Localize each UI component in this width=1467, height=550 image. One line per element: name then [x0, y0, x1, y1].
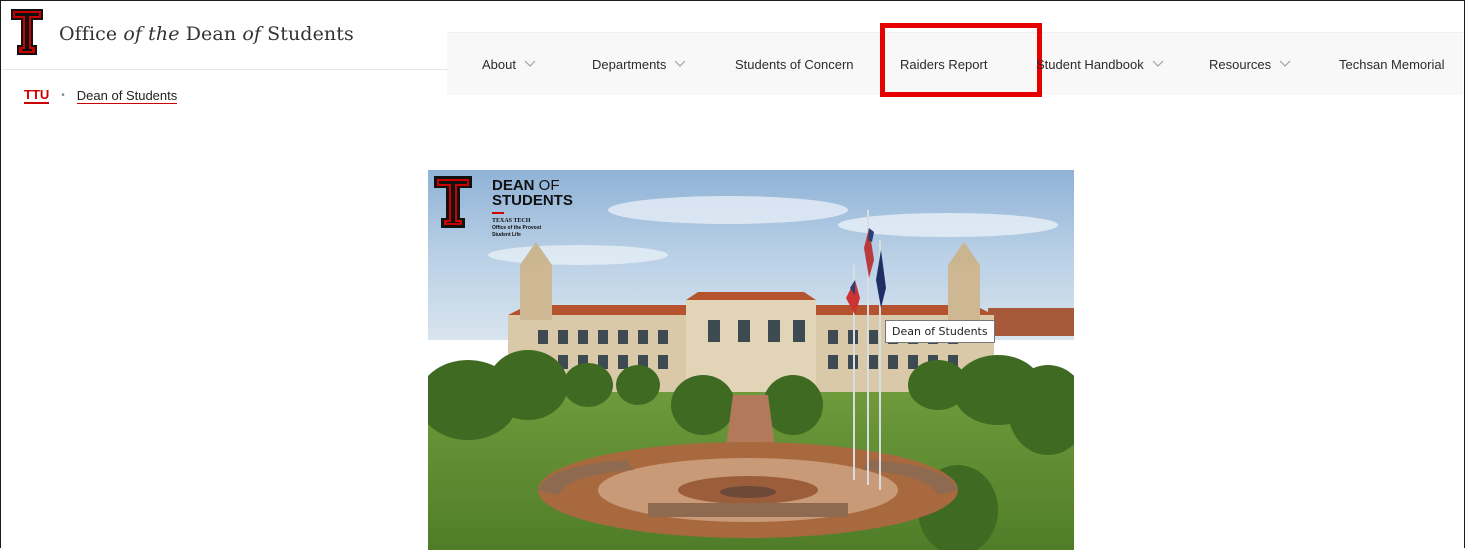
nav-item-student-handbook[interactable]: Student Handbook — [1036, 33, 1164, 95]
nav-item-label: Resources — [1209, 56, 1272, 72]
nav-item-label: Departments — [592, 56, 667, 72]
nav-item-label: Raiders Report — [900, 56, 988, 72]
chevron-down-icon — [524, 60, 536, 67]
site-title-part: Office — [59, 23, 124, 45]
breadcrumb-ttu-link[interactable]: TTU — [24, 87, 50, 104]
nav-item-techsan-memorial[interactable]: Techsan Memorial — [1339, 33, 1445, 95]
site-brand-link[interactable]: Office of the Dean of Students — [9, 7, 354, 67]
nav-item-label: Student Handbook — [1036, 56, 1144, 72]
breadcrumb-current-link[interactable]: Dean of Students — [76, 88, 178, 104]
hero-image: DEAN OF STUDENTS TEXAS TECH Office of th… — [428, 170, 1074, 550]
hero-accent-rule — [492, 212, 504, 214]
nav-item-students-of-concern[interactable]: Students of Concern — [735, 33, 854, 95]
main-nav: About Departments Students of Concern Ra… — [447, 23, 1463, 97]
hero-brand-text: DEAN OF STUDENTS TEXAS TECH Office of th… — [492, 178, 573, 239]
hero-line-2: STUDENTS — [492, 192, 573, 209]
breadcrumb-separator: • — [61, 90, 65, 101]
image-tooltip: Dean of Students — [885, 320, 995, 343]
nav-item-departments[interactable]: Departments — [592, 33, 686, 95]
nav-item-label: About — [482, 56, 516, 72]
breadcrumb: TTU • Dean of Students — [24, 87, 178, 104]
nav-item-label: Students of Concern — [735, 56, 854, 72]
nav-item-about[interactable]: About — [482, 33, 536, 95]
nav-item-raiders-report[interactable]: Raiders Report — [879, 23, 1043, 97]
hero-sub-3: Student Life — [492, 232, 521, 238]
site-title-part: Students — [260, 23, 354, 45]
hero-sub-1: TEXAS TECH — [492, 218, 531, 224]
nav-item-label: Techsan Memorial — [1339, 56, 1445, 72]
double-t-logo-icon — [9, 7, 45, 57]
chevron-down-icon — [1152, 60, 1164, 67]
site-title: Office of the Dean of Students — [59, 23, 354, 45]
header-divider — [2, 69, 448, 70]
chevron-down-icon — [674, 60, 686, 67]
site-title-part-italic: of — [242, 23, 261, 45]
site-title-part: Dean — [179, 23, 243, 45]
nav-item-resources[interactable]: Resources — [1209, 33, 1291, 95]
site-title-part-italic: of the — [123, 23, 180, 45]
chevron-down-icon — [1279, 60, 1291, 67]
hero-sub-2: Office of the Provost — [492, 225, 542, 231]
